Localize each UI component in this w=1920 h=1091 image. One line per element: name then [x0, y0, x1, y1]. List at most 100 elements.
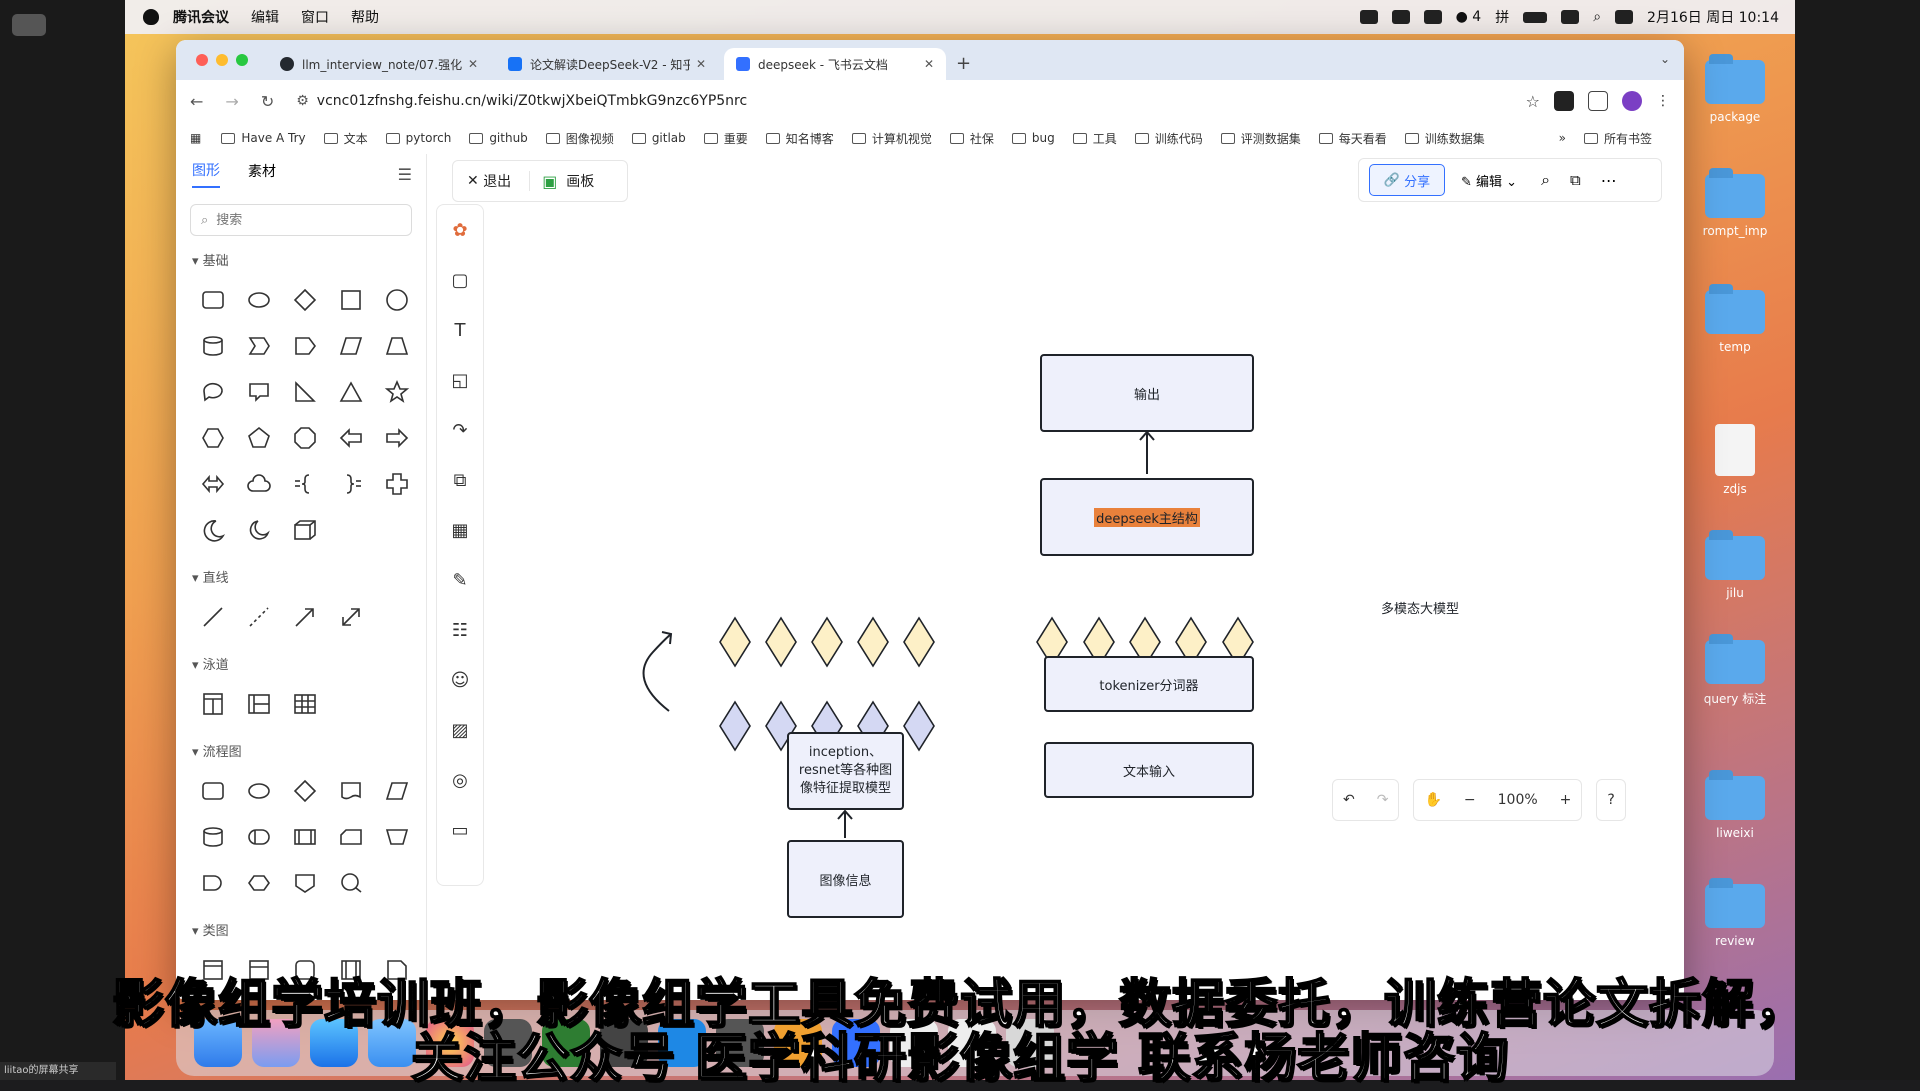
desktop-folder[interactable]: liweixi: [1680, 770, 1790, 840]
star-shape-icon[interactable]: [374, 369, 420, 415]
section-flowchart[interactable]: ▾ 流程图: [192, 741, 426, 760]
rect-shape-icon[interactable]: [190, 277, 236, 323]
moon-shape-icon[interactable]: [190, 507, 236, 553]
menubar-clock[interactable]: 2月16日 周日 10:14: [1647, 7, 1779, 27]
bookmark-item[interactable]: 文本: [323, 130, 368, 147]
dblarrow-shape-icon[interactable]: [190, 461, 236, 507]
more-options-icon[interactable]: ⋯: [1601, 171, 1617, 190]
square-shape-icon[interactable]: [328, 277, 374, 323]
zoom-level[interactable]: 100%: [1498, 792, 1538, 808]
section-lines[interactable]: ▾ 直线: [192, 567, 426, 586]
shape-search-input[interactable]: [214, 211, 369, 229]
new-tab-button[interactable]: +: [956, 53, 971, 74]
minimize-window-button[interactable]: [216, 54, 228, 66]
manual-shape-icon[interactable]: [374, 814, 420, 860]
image-info-box[interactable]: 图像信息: [787, 840, 904, 918]
desktop-folder[interactable]: review: [1680, 878, 1790, 948]
profile-avatar[interactable]: [1622, 91, 1642, 111]
desktop-folder[interactable]: query 标注: [1680, 634, 1790, 707]
menu-window[interactable]: 窗口: [301, 7, 329, 27]
frame-tool-icon[interactable]: ⧉: [437, 455, 483, 505]
control-center-icon[interactable]: [1615, 10, 1634, 24]
extension-icon[interactable]: [1554, 91, 1574, 111]
callout-shape-icon[interactable]: [236, 369, 282, 415]
shape-search[interactable]: ⌕: [190, 204, 412, 236]
cube-shape-icon[interactable]: [282, 507, 328, 553]
site-info-icon[interactable]: ⚙: [296, 93, 309, 109]
bookmark-item[interactable]: 重要: [703, 130, 748, 147]
image-token-diamond[interactable]: [765, 616, 797, 668]
template-tool-icon[interactable]: ◎: [437, 755, 483, 805]
close-tab-icon[interactable]: ✕: [924, 57, 934, 71]
doc-shape-icon[interactable]: [328, 768, 374, 814]
bubble-shape-icon[interactable]: [190, 369, 236, 415]
wifi-icon[interactable]: [1561, 10, 1580, 24]
ellipse-shape-icon[interactable]: [236, 277, 282, 323]
browser-tab[interactable]: llm_interview_note/07.强化学 ✕: [268, 48, 490, 80]
chevron-shape-icon[interactable]: [236, 323, 282, 369]
hexagon-shape-icon[interactable]: [190, 415, 236, 461]
wechat-icon[interactable]: ● 4: [1456, 9, 1482, 25]
layers-icon[interactable]: ⧉: [1570, 171, 1581, 189]
image-token-diamond[interactable]: [719, 616, 751, 668]
cylinder-shape-icon[interactable]: [190, 323, 236, 369]
tokenizer-box[interactable]: tokenizer分词器: [1044, 656, 1254, 712]
line-shape-icon[interactable]: [190, 594, 236, 640]
section-basic[interactable]: ▾ 基础: [192, 250, 426, 269]
reload-icon[interactable]: ↻: [261, 92, 274, 111]
collapse-panel-icon[interactable]: ☰: [398, 165, 412, 184]
close-window-button[interactable]: [196, 54, 208, 66]
menu-help[interactable]: 帮助: [351, 7, 379, 27]
bookmark-item[interactable]: 评测数据集: [1220, 130, 1301, 147]
bookmark-item[interactable]: 社保: [949, 130, 994, 147]
url-field[interactable]: vcnc01zfnshg.feishu.cn/wiki/Z0tkwjXbeiQT…: [317, 93, 1526, 109]
delay-shape-icon[interactable]: [190, 860, 236, 906]
image-token-diamond[interactable]: [857, 616, 889, 668]
tab-shapes[interactable]: 图形: [192, 160, 220, 188]
bookmark-item[interactable]: 训练代码: [1134, 130, 1203, 147]
dashline-shape-icon[interactable]: [236, 594, 282, 640]
righttri-shape-icon[interactable]: [282, 369, 328, 415]
qcircle-shape-icon[interactable]: [328, 860, 374, 906]
close-tab-icon[interactable]: ✕: [468, 57, 478, 71]
parallelogram-shape-icon[interactable]: [328, 323, 374, 369]
leftarrow-shape-icon[interactable]: [328, 415, 374, 461]
card-shape-icon[interactable]: [328, 814, 374, 860]
search-icon[interactable]: ⌕: [1541, 170, 1550, 190]
bookmark-item[interactable]: 计算机视觉: [851, 130, 932, 147]
more-bookmarks-icon[interactable]: »: [1559, 131, 1566, 145]
bookmark-item[interactable]: bug: [1011, 130, 1055, 147]
share-button[interactable]: 🔗 分享: [1369, 164, 1445, 196]
gridlane-shape-icon[interactable]: [282, 681, 328, 727]
bookmark-item[interactable]: Have A Try: [221, 130, 306, 147]
pen-tool-icon[interactable]: ✎: [437, 555, 483, 605]
offpage-shape-icon[interactable]: [282, 860, 328, 906]
status-icon[interactable]: [1423, 10, 1442, 24]
desktop-folder[interactable]: temp: [1680, 284, 1790, 354]
ai-smart-icon[interactable]: ✿: [437, 205, 483, 255]
help-icon[interactable]: ?: [1607, 792, 1614, 808]
table-tool-icon[interactable]: ▦: [437, 505, 483, 555]
octagon-shape-icon[interactable]: [282, 415, 328, 461]
sticker-tool-icon[interactable]: ☺: [437, 655, 483, 705]
section-swimlane[interactable]: ▾ 泳道: [192, 654, 426, 673]
bookmark-star-icon[interactable]: ☆: [1526, 92, 1540, 111]
bookmark-item[interactable]: pytorch: [385, 130, 451, 147]
desktop-folder[interactable]: jilu: [1680, 530, 1790, 600]
battery-icon[interactable]: [1523, 11, 1548, 23]
exit-button[interactable]: ✕ 退出: [467, 171, 511, 191]
cylinder-shape-icon[interactable]: [190, 814, 236, 860]
zoom-out-button[interactable]: −: [1464, 792, 1476, 808]
text-tool-icon[interactable]: T: [437, 305, 483, 355]
cloud-shape-icon[interactable]: [236, 461, 282, 507]
bookmark-item[interactable]: github: [469, 130, 528, 147]
menu-edit[interactable]: 编辑: [251, 7, 279, 27]
crescent-shape-icon[interactable]: [236, 507, 282, 553]
mindmap-tool-icon[interactable]: ☷: [437, 605, 483, 655]
status-icon[interactable]: [1391, 10, 1410, 24]
ellipse-shape-icon[interactable]: [236, 768, 282, 814]
redo-icon[interactable]: ↷: [1377, 792, 1389, 808]
all-bookmarks[interactable]: 所有书签: [1583, 130, 1652, 147]
rect-shape-icon[interactable]: [190, 768, 236, 814]
triangle-shape-icon[interactable]: [328, 369, 374, 415]
